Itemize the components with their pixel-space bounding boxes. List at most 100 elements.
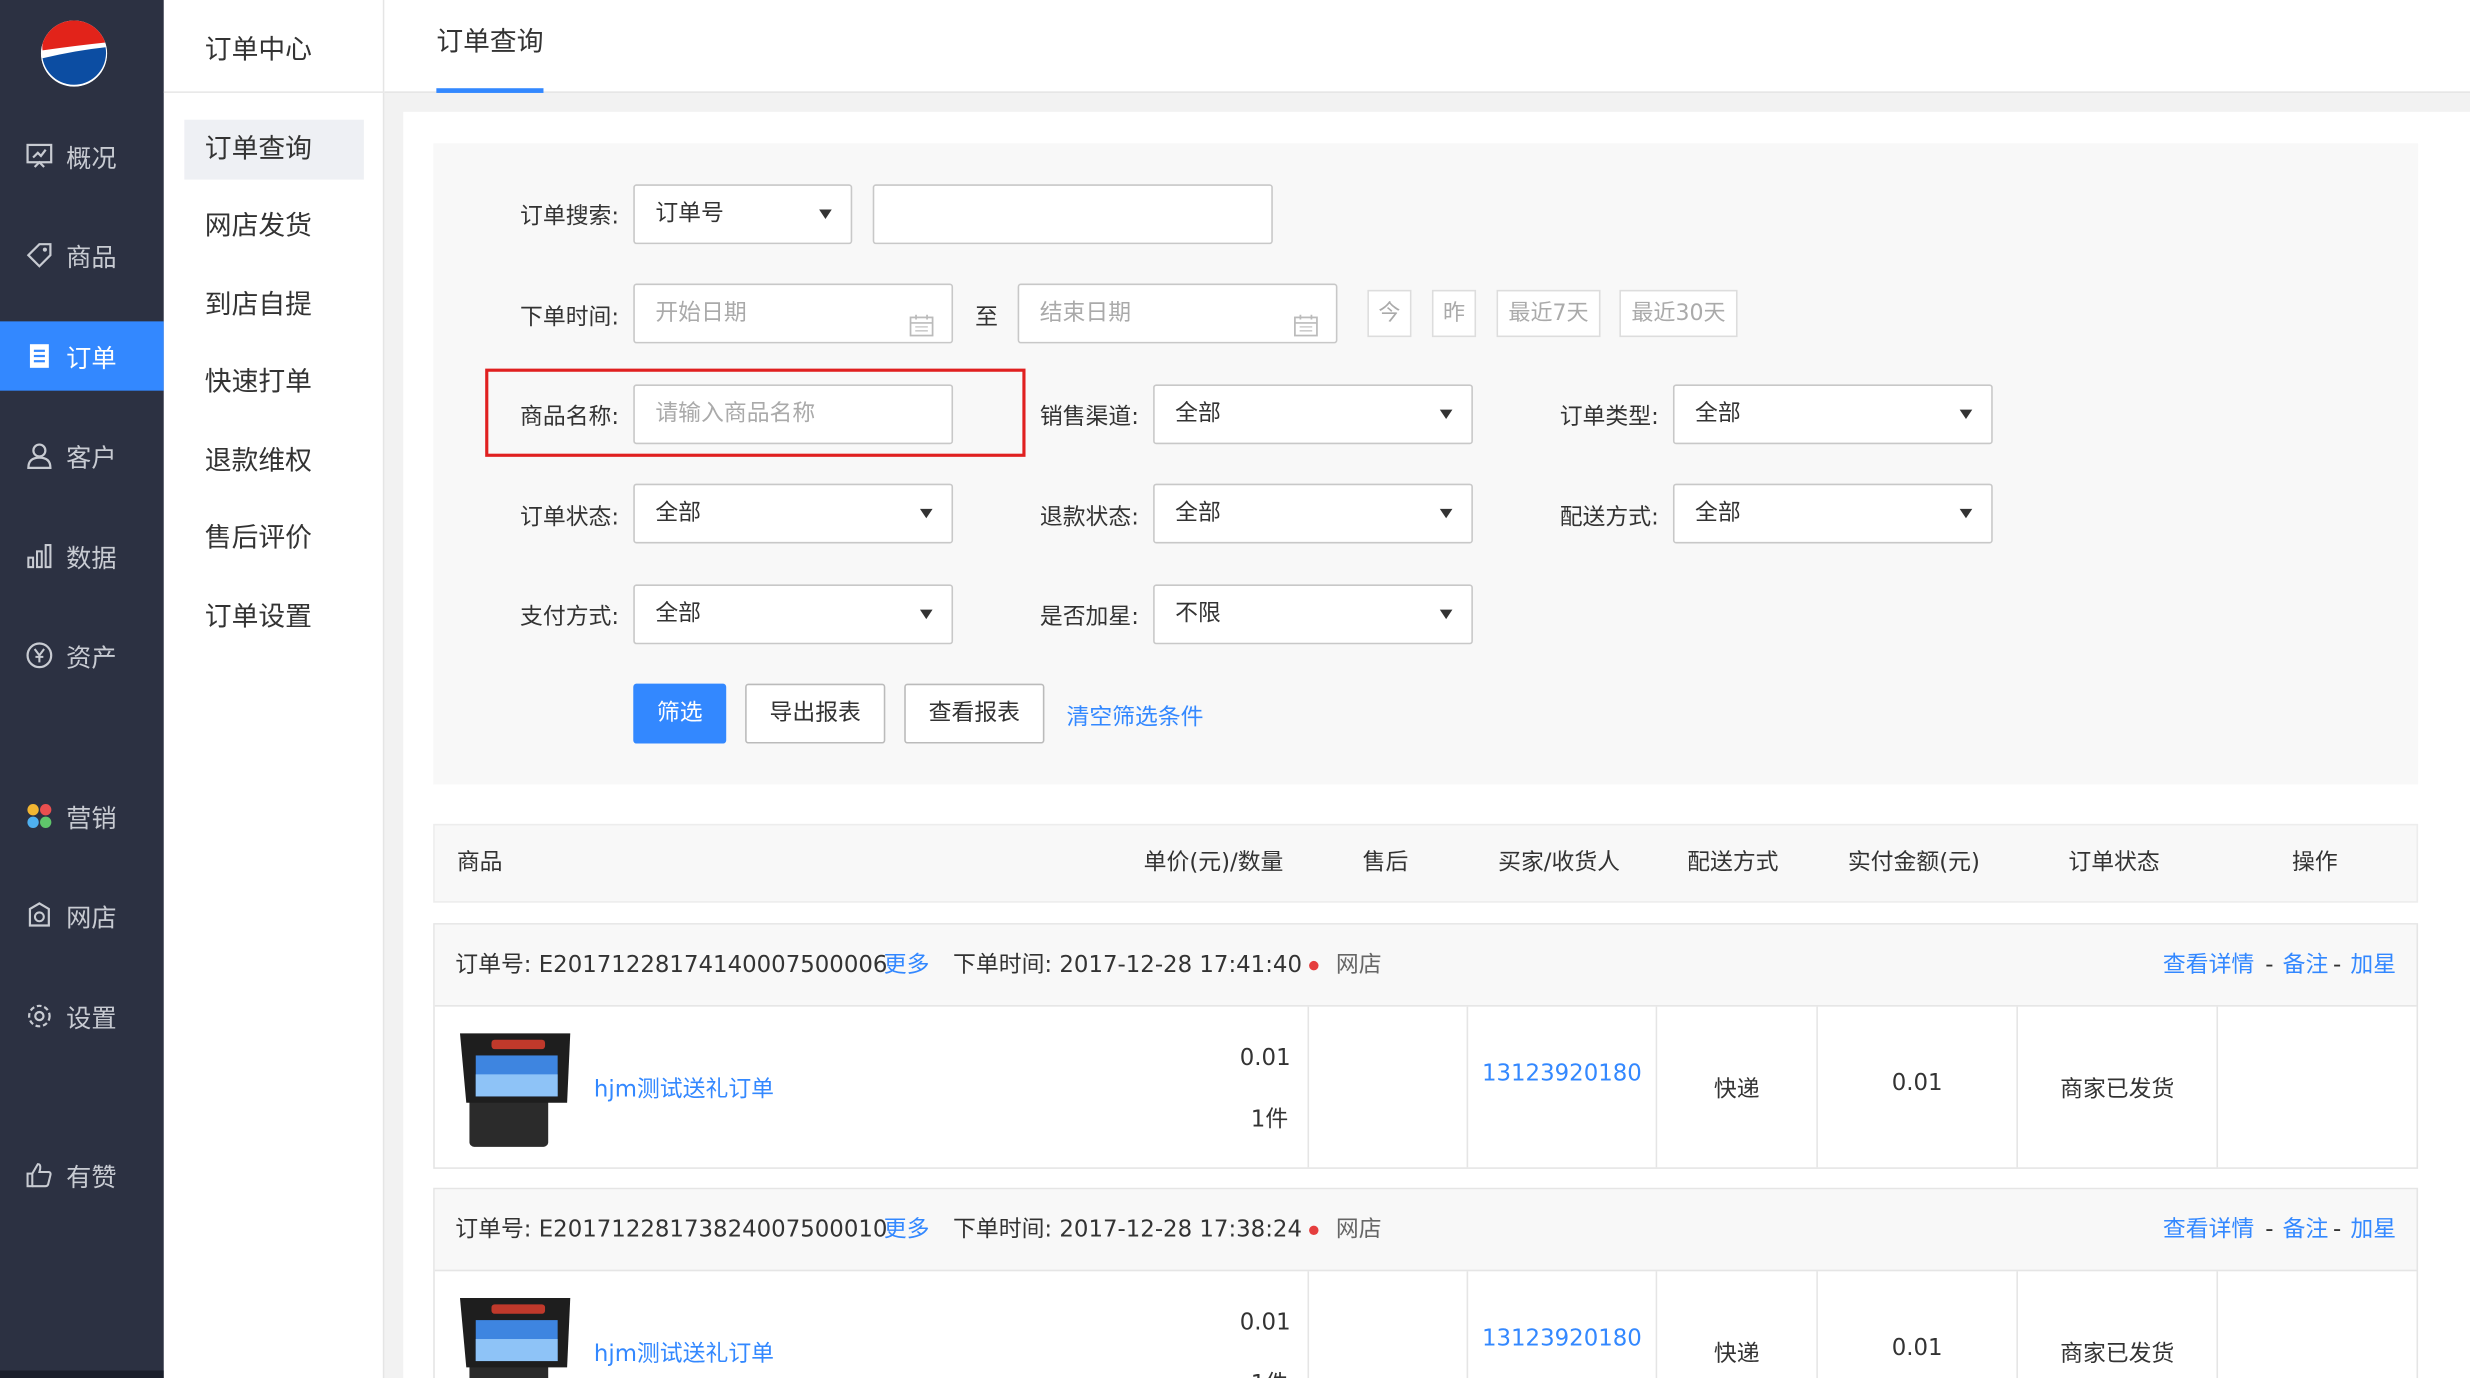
subnav-item-order-query[interactable]: 订单查询 <box>184 119 364 180</box>
nav-item-customers[interactable]: 客户 <box>0 421 164 490</box>
separator: - <box>2333 953 2342 979</box>
star-select[interactable]: 不限 <box>1153 584 1473 645</box>
quick-yesterday-button[interactable]: 昨 <box>1431 289 1477 338</box>
nav-label: 营销 <box>66 803 117 834</box>
add-note-link[interactable]: 备注 <box>2283 1189 2329 1271</box>
subnav-item-refunds[interactable]: 退款维权 <box>184 432 364 492</box>
nav-item-youzan[interactable]: 有赞 <box>0 1141 164 1210</box>
order-channel: 网店 <box>1335 1217 1382 1243</box>
col-header-delivery: 配送方式 <box>1687 850 1779 876</box>
tag-icon <box>24 239 56 271</box>
add-star-link[interactable]: 加星 <box>2350 1189 2396 1271</box>
nav-item-orders[interactable]: 订单 <box>0 321 164 391</box>
export-report-button[interactable]: 导出报表 <box>745 683 886 744</box>
start-date-placeholder: 开始日期 <box>655 300 747 327</box>
buyer-phone-link[interactable]: 13123920180 <box>1468 1062 1655 1087</box>
nav-label: 概况 <box>66 143 117 174</box>
order-type-label: 订单类型: <box>1559 404 1659 431</box>
channel-select[interactable]: 全部 <box>1153 384 1473 445</box>
nav-item-assets[interactable]: 资产 <box>0 621 164 690</box>
col-header-actions: 操作 <box>2292 850 2338 876</box>
product-name-link[interactable]: hjm测试送礼订单 <box>594 1071 774 1104</box>
view-detail-link[interactable]: 查看详情 <box>2163 1189 2254 1271</box>
order-type-select[interactable]: 全部 <box>1672 384 1993 445</box>
subnav-item-quick-print[interactable]: 快速打单 <box>184 353 364 413</box>
refund-status-select[interactable]: 全部 <box>1153 483 1473 544</box>
paid-amount: 0.01 <box>1891 1335 1943 1362</box>
separator: - <box>2265 1217 2274 1243</box>
more-link[interactable]: 更多 <box>884 1189 930 1271</box>
quick-7days-button[interactable]: 最近7天 <box>1496 289 1601 338</box>
order-icon <box>24 340 56 372</box>
nav-footer-strip <box>0 1370 164 1378</box>
more-link[interactable]: 更多 <box>884 925 930 1007</box>
view-detail-link[interactable]: 查看详情 <box>2163 925 2254 1007</box>
caret-down-icon <box>1439 409 1453 420</box>
search-input[interactable] <box>872 184 1273 245</box>
product-thumbnail[interactable] <box>454 1292 577 1378</box>
nav-item-store[interactable]: 网店 <box>0 881 164 950</box>
search-type-value: 订单号 <box>655 201 724 227</box>
nav-item-goods[interactable]: 商品 <box>0 221 164 290</box>
tab-order-query[interactable]: 订单查询 <box>436 0 544 93</box>
quick-today-button[interactable]: 今 <box>1367 289 1412 338</box>
unit-price: 0.01 <box>1239 1310 1291 1336</box>
add-star-link[interactable]: 加星 <box>2350 925 2396 1007</box>
buyer-cell: 13123920180 <box>1466 1006 1656 1168</box>
subnav-item-reviews[interactable]: 售后评价 <box>184 509 364 569</box>
caret-down-icon <box>1439 508 1453 519</box>
logo-icon[interactable] <box>40 20 108 87</box>
caret-down-icon <box>1959 508 1973 519</box>
filter-button[interactable]: 筛选 <box>633 683 727 744</box>
nav-label: 网店 <box>66 902 117 933</box>
separator: - <box>2333 1217 2342 1243</box>
app-root: 概况 商品 订单 客户 数据 资产 营销 网店 设置 有赞 订单中心 订单查询 … <box>0 0 2470 1378</box>
yen-icon <box>24 640 56 672</box>
channel-label: 销售渠道: <box>1039 404 1139 431</box>
buyer-phone-link[interactable]: 13123920180 <box>1468 1326 1655 1351</box>
col-header-buyer: 买家/收货人 <box>1498 850 1621 876</box>
subnav-item-online-ship[interactable]: 网店发货 <box>184 197 364 257</box>
quick-30days-button[interactable]: 最近30天 <box>1619 289 1738 338</box>
caret-down-icon <box>819 209 832 219</box>
product-name-input[interactable]: 请输入商品名称 <box>633 384 954 445</box>
subnav-item-store-pickup[interactable]: 到店自提 <box>184 276 364 336</box>
nav-item-overview[interactable]: 概况 <box>0 121 164 190</box>
unit-price: 0.01 <box>1239 1045 1291 1072</box>
nav-label: 资产 <box>66 642 117 673</box>
order-status-value: 全部 <box>655 500 702 527</box>
delivery-cell: 快递 <box>1655 1006 1817 1168</box>
delivery-method: 快递 <box>1713 1077 1760 1103</box>
col-header-product: 商品 <box>456 850 503 876</box>
product-label: 商品名称: <box>520 404 620 431</box>
nav-label: 设置 <box>66 1003 117 1034</box>
product-name-link[interactable]: hjm测试送礼订单 <box>594 1336 774 1369</box>
start-date-input[interactable]: 开始日期 <box>633 283 954 344</box>
subnav-item-order-settings[interactable]: 订单设置 <box>184 588 364 648</box>
order-status-label: 订单状态: <box>520 505 620 531</box>
product-thumbnail[interactable] <box>454 1027 577 1150</box>
status-cell: 商家已发货 <box>2016 1271 2216 1378</box>
paid-amount: 0.01 <box>1891 1071 1943 1097</box>
paid-cell: 0.01 <box>1816 1271 2016 1378</box>
main-content: 订单搜索: 订单号 下单时间: 开始日期 至 结束日期 今 昨 最近7天 最近3… <box>403 111 2470 1378</box>
view-report-button[interactable]: 查看报表 <box>904 683 1045 744</box>
end-date-input[interactable]: 结束日期 <box>1017 283 1338 344</box>
order-status-select[interactable]: 全部 <box>633 483 954 544</box>
caret-down-icon <box>1439 609 1453 620</box>
payment-select[interactable]: 全部 <box>633 584 954 645</box>
add-note-link[interactable]: 备注 <box>2283 925 2329 1007</box>
end-date-placeholder: 结束日期 <box>1039 300 1132 327</box>
refund-status-label: 退款状态: <box>1039 505 1139 531</box>
refund-status-value: 全部 <box>1175 500 1221 527</box>
clear-filters-link[interactable]: 清空筛选条件 <box>1066 699 1203 732</box>
nav-item-settings[interactable]: 设置 <box>0 981 164 1050</box>
order-number: 订单号: E20171228174140007500006 <box>455 953 888 979</box>
order-header: 订单号: E20171228173824007500010 更多 下单时间: 2… <box>434 1189 2417 1272</box>
nav-item-data[interactable]: 数据 <box>0 521 164 590</box>
delivery-select[interactable]: 全部 <box>1672 483 1993 544</box>
search-type-select[interactable]: 订单号 <box>633 184 853 245</box>
order-row: 订单号: E20171228173824007500010 更多 下单时间: 2… <box>433 1187 2419 1378</box>
nav-item-marketing[interactable]: 营销 <box>0 781 164 850</box>
subnav-title: 订单中心 <box>204 34 312 67</box>
